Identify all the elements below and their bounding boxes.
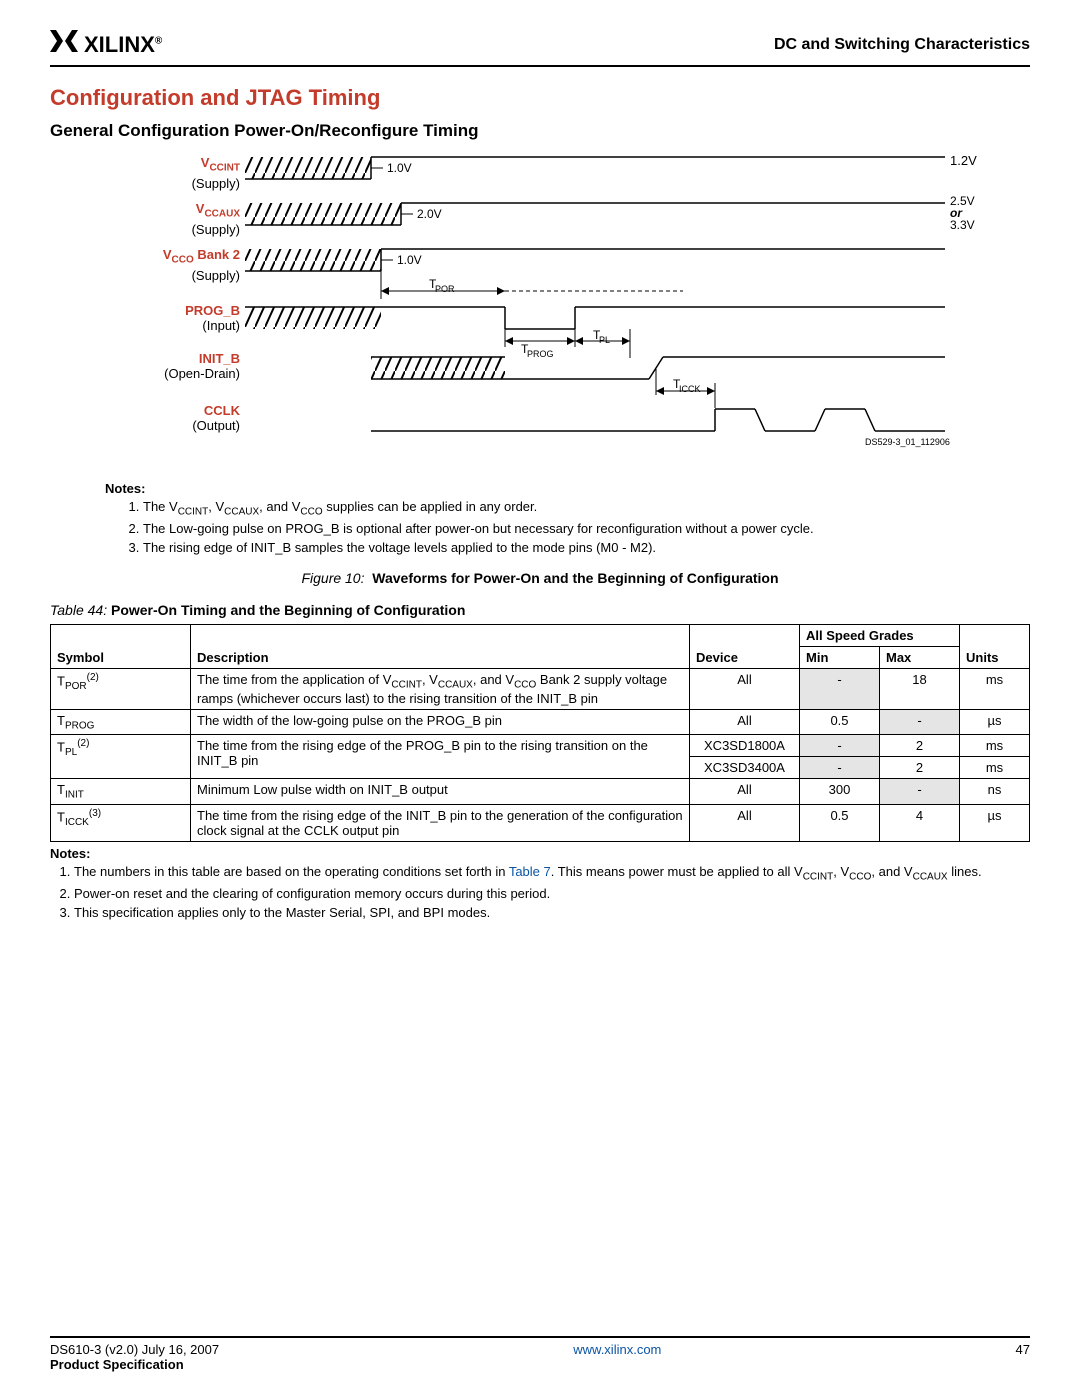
page-header: XILINX® DC and Switching Characteristics (50, 30, 1030, 59)
waveform-svg: 1.0V 2.0V 1.0V TPOR TPROG TPL (245, 151, 985, 461)
footer-page-number: 47 (1016, 1342, 1030, 1372)
svg-text:PL: PL (599, 335, 610, 345)
svg-text:1.0V: 1.0V (397, 253, 422, 267)
table-note-1: The numbers in this table are based on t… (74, 863, 1030, 884)
figure-note-1: The VCCINT, VCCAUX, and VCCO supplies ca… (143, 498, 1030, 519)
sig-vccaux-type: (Supply) (192, 222, 240, 237)
sub-heading: General Configuration Power-On/Reconfigu… (50, 121, 1030, 141)
table-row: TICCK(3) The time from the rising edge o… (51, 804, 1030, 841)
th-description: Description (191, 625, 690, 669)
sig-vccint-type: (Supply) (192, 176, 240, 191)
figure-notes-list: The VCCINT, VCCAUX, and VCCO supplies ca… (143, 498, 1030, 556)
doc-section-title: DC and Switching Characteristics (774, 36, 1030, 54)
sig-vcco-name: VCCO Bank 2 (163, 247, 240, 262)
sig-prog-name: PROG_B (185, 303, 240, 318)
vccint-final: 1.2V (950, 153, 977, 168)
logo-mark (50, 30, 78, 59)
svg-text:2.0V: 2.0V (417, 207, 442, 221)
sig-cclk-name: CCLK (204, 403, 240, 418)
table7-link[interactable]: Table 7 (509, 864, 551, 879)
table-row: TPROG The width of the low-going pulse o… (51, 709, 1030, 735)
sig-init-name: INIT_B (199, 351, 240, 366)
vccaux-final: 2.5V or 3.3V (950, 195, 975, 231)
xilinx-logo: XILINX® (50, 30, 162, 59)
logo-text: XILINX® (84, 32, 162, 58)
th-symbol: Symbol (51, 625, 191, 669)
timing-table: Symbol Description Device All Speed Grad… (50, 624, 1030, 842)
sig-prog-type: (Input) (202, 318, 240, 333)
figure-note-2: The Low-going pulse on PROG_B is optiona… (143, 520, 1030, 538)
footer-left: DS610-3 (v2.0) July 16, 2007 Product Spe… (50, 1342, 219, 1372)
table-caption: Table 44: Power-On Timing and the Beginn… (50, 602, 1030, 618)
svg-text:PROG: PROG (527, 349, 554, 359)
th-device: Device (690, 625, 800, 669)
th-speedgrades: All Speed Grades (800, 625, 960, 647)
timing-diagram: VCCINT (Supply) VCCAUX (Supply) VCCO Ban… (145, 151, 985, 471)
sig-vccint-name: VCCINT (201, 155, 240, 170)
th-units: Units (960, 625, 1030, 669)
figure-notes-header: Notes: (105, 481, 1030, 496)
sig-init-type: (Open-Drain) (164, 366, 240, 381)
page-footer: DS610-3 (v2.0) July 16, 2007 Product Spe… (50, 1336, 1030, 1372)
figure-note-3: The rising edge of INIT_B samples the vo… (143, 539, 1030, 557)
diagram-ref: DS529-3_01_112906 (865, 437, 950, 447)
table-note-3: This specification applies only to the M… (74, 904, 1030, 922)
main-heading: Configuration and JTAG Timing (50, 85, 1030, 111)
footer-url[interactable]: www.xilinx.com (573, 1342, 661, 1372)
svg-text:ICCK: ICCK (679, 384, 701, 394)
figure-caption: Figure 10: Waveforms for Power-On and th… (50, 570, 1030, 586)
th-max: Max (880, 647, 960, 669)
svg-text:1.0V: 1.0V (387, 161, 412, 175)
sig-cclk-type: (Output) (192, 418, 240, 433)
header-rule (50, 65, 1030, 67)
table-note-2: Power-on reset and the clearing of confi… (74, 885, 1030, 903)
table-row: TINIT Minimum Low pulse width on INIT_B … (51, 779, 1030, 805)
sig-vcco-type: (Supply) (192, 268, 240, 283)
table-notes-list: The numbers in this table are based on t… (74, 863, 1030, 921)
svg-text:POR: POR (435, 284, 455, 294)
sig-vccaux-name: VCCAUX (196, 201, 240, 216)
table-row: TPOR(2) The time from the application of… (51, 669, 1030, 710)
th-min: Min (800, 647, 880, 669)
table-notes-header: Notes: (50, 846, 1030, 861)
table-row: TPL(2) The time from the rising edge of … (51, 735, 1030, 757)
